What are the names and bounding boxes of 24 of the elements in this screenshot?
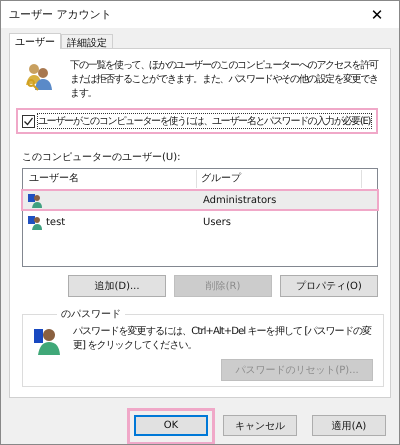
- user-icon: [27, 192, 43, 208]
- user-row[interactable]: test Users: [21, 211, 379, 233]
- column-header[interactable]: ユーザー名: [25, 170, 197, 188]
- dialog-button[interactable]: キャンセル: [223, 415, 297, 436]
- tab[interactable]: ユーザー: [9, 33, 61, 49]
- checkbox[interactable]: [22, 114, 35, 128]
- column-header[interactable]: グループ: [197, 170, 362, 188]
- window-title: ユーザー アカウント: [9, 7, 112, 22]
- close-button[interactable]: ✕: [355, 1, 399, 28]
- user-icon: [27, 214, 43, 230]
- dialog-button[interactable]: 適用(A): [312, 415, 386, 436]
- action-button[interactable]: 追加(D)...: [68, 275, 166, 297]
- table-cell-text: Administrators: [202, 194, 278, 206]
- table-cell-text: Users: [202, 216, 232, 228]
- users-key-icon: [24, 61, 54, 91]
- users-list-label: このコンピューターのユーザー(U):: [22, 151, 182, 164]
- dialog-button[interactable]: OK: [134, 415, 208, 436]
- action-button[interactable]: プロパティ(O): [280, 275, 378, 297]
- group-title: のパスワード: [60, 308, 122, 321]
- table-cell: test: [46, 216, 66, 228]
- description-text: 下の一覧を使って、ほかのユーザーのこのコンピューターへのアクセスを許可または拒否することができます。また、パスワードやその他の設定を変更できます。: [70, 59, 378, 101]
- password-instructions: パスワードを変更するには、Ctrl+Alt+Del キーを押して [パスワードの変更] をクリックしてください。: [73, 325, 373, 353]
- tab[interactable]: 詳細設定: [61, 34, 113, 48]
- user-row[interactable]: Administrators: [21, 189, 379, 211]
